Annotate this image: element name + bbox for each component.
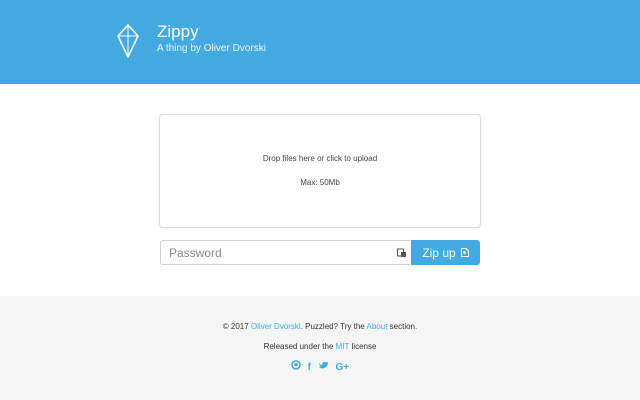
puzzled-text: . Puzzled? Try the xyxy=(300,322,365,331)
password-field xyxy=(160,240,410,265)
dropzone-instruction: Drop files here or click to upload xyxy=(262,154,378,163)
github-icon[interactable] xyxy=(291,360,301,373)
file-zip-icon xyxy=(460,248,469,257)
mit-link[interactable]: MIT xyxy=(336,342,350,351)
twitter-icon[interactable] xyxy=(318,361,329,373)
footer-copyright-line: © 2017 Oliver Dvorski. Puzzled? Try the … xyxy=(0,322,640,331)
facebook-icon[interactable]: f xyxy=(308,362,311,373)
app-subtitle: A thing by Oliver Dvorski xyxy=(157,43,266,54)
file-dropzone[interactable]: Drop files here or click to upload Max: … xyxy=(159,114,481,228)
about-link[interactable]: About xyxy=(367,322,388,331)
password-input[interactable] xyxy=(169,245,389,261)
zip-up-button[interactable]: Zip up xyxy=(411,240,480,265)
app-title: Zippy xyxy=(157,22,199,41)
copyright-text: © 2017 xyxy=(222,322,249,331)
section-text: section. xyxy=(389,322,418,331)
license-text: license xyxy=(351,342,377,351)
footer: © 2017 Oliver Dvorski. Puzzled? Try the … xyxy=(0,296,640,400)
key-icon xyxy=(397,248,406,257)
footer-license-line: Released under the MIT license xyxy=(0,342,640,351)
google-plus-icon[interactable]: G+ xyxy=(336,362,350,373)
header-bar: Zippy A thing by Oliver Dvorski xyxy=(0,0,640,84)
zip-up-label: Zip up xyxy=(422,245,456,260)
author-link[interactable]: Oliver Dvorski xyxy=(251,322,301,331)
crystal-logo-icon xyxy=(117,24,139,58)
released-text: Released under the xyxy=(263,342,334,351)
dropzone-max-size: Max: 50Mb xyxy=(300,178,340,187)
social-links: f G+ xyxy=(0,360,640,373)
